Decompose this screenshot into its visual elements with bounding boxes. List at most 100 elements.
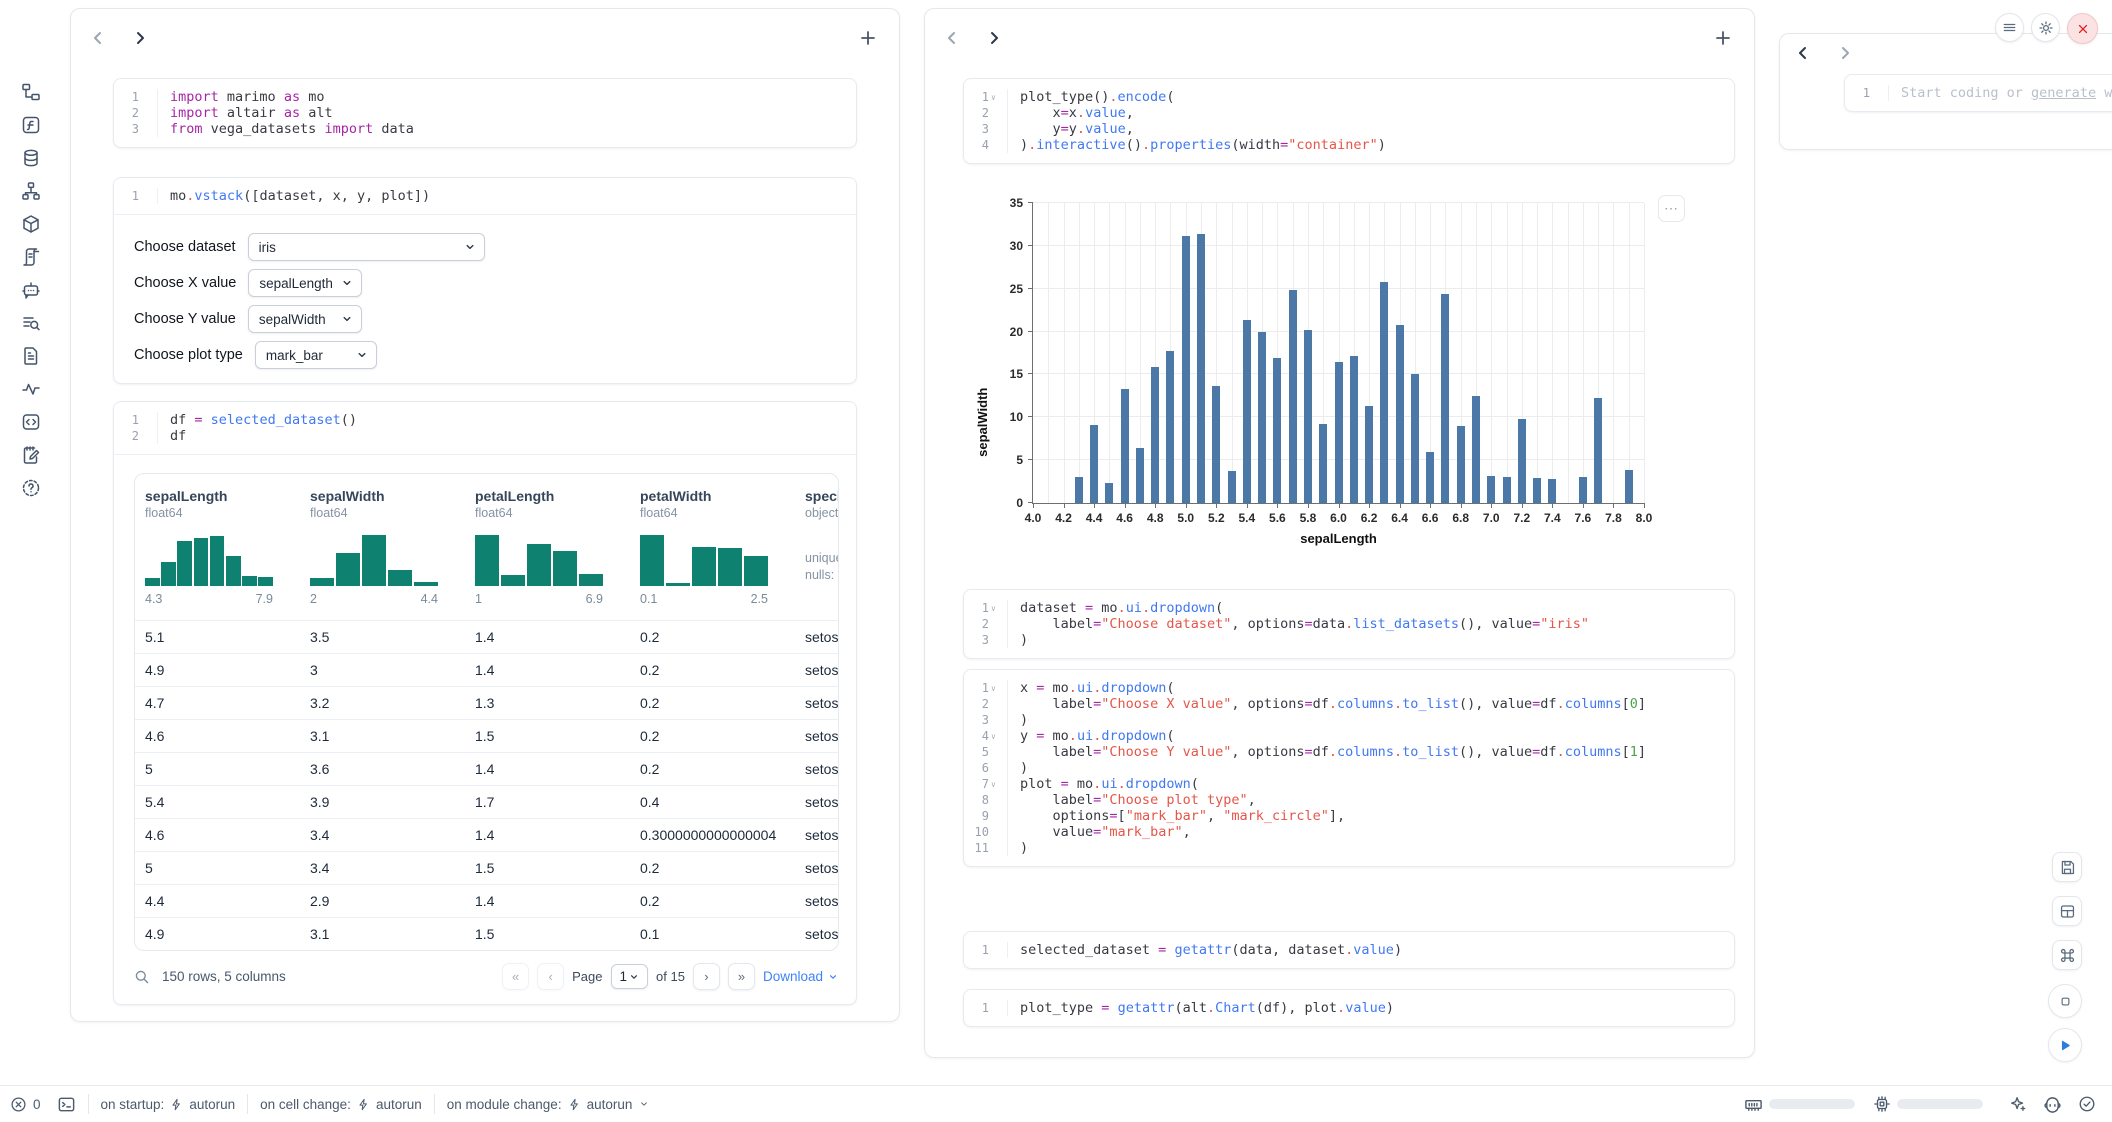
code-editor[interactable]: 1Start coding or generate with AI [1845,75,2112,111]
shutdown-button[interactable] [2067,13,2098,44]
code-line[interactable]: 3) [964,632,1734,648]
settings-button[interactable] [2031,13,2060,42]
chart-bar[interactable] [1625,470,1633,503]
search-icon[interactable] [134,969,150,985]
dataset-select[interactable]: iris [248,233,485,261]
chart-bar[interactable] [1503,477,1511,503]
sidebar-item-dependencies[interactable] [18,181,44,201]
stop-button[interactable] [2048,984,2082,1018]
code-line[interactable]: 2import altair as alt [114,105,856,121]
column-prev-button[interactable] [89,29,107,47]
chart-bar[interactable] [1335,362,1343,503]
x-value-select[interactable]: sepalLength [248,269,362,297]
code-editor[interactable]: 1df = selected_dataset()2df [114,402,856,454]
code-line[interactable]: 1∨dataset = mo.ui.dropdown( [964,600,1734,616]
code-line[interactable]: 2 x=x.value, [964,105,1734,121]
chart-bar[interactable] [1121,389,1129,503]
table-column-header[interactable]: petalLengthfloat6416.9 [465,474,630,620]
last-page-button[interactable]: » [728,963,755,990]
sidebar-item-logs[interactable] [18,313,44,333]
first-page-button[interactable]: « [502,963,529,990]
code-line[interactable]: 1Start coding or generate with AI [1845,85,2112,101]
column-next-button[interactable] [1836,44,1854,62]
code-line[interactable]: 11) [964,840,1734,856]
on-cell-change-setting[interactable]: on cell change: autorun [260,1097,422,1112]
code-line[interactable]: 4).interactive().properties(width="conta… [964,137,1734,153]
table-column-header[interactable]: speciesobjectunique:nulls: [795,474,839,620]
chart-bar[interactable] [1182,236,1190,503]
chart-bar[interactable] [1518,419,1526,503]
sidebar-item-notebook[interactable] [18,445,44,465]
table-column-header[interactable]: petalWidthfloat640.12.5 [630,474,795,620]
code-editor[interactable]: 1selected_dataset = getattr(data, datase… [964,932,1734,968]
on-startup-setting[interactable]: on startup: autorun [101,1097,236,1112]
code-line[interactable]: 1∨x = mo.ui.dropdown( [964,680,1734,696]
code-line[interactable]: 1import marimo as mo [114,89,856,105]
code-line[interactable]: 1mo.vstack([dataset, x, y, plot]) [114,188,856,204]
chart-bar[interactable] [1396,325,1404,503]
code-editor[interactable]: 1∨plot_type().encode(2 x=x.value,3 y=y.v… [964,79,1734,163]
table-column-header[interactable]: sepalWidthfloat6424.4 [300,474,465,620]
keyboard-shortcuts-button[interactable] [2052,940,2082,970]
code-line[interactable]: 1selected_dataset = getattr(data, datase… [964,942,1734,958]
sidebar-item-functions[interactable] [18,115,44,135]
chart-bar[interactable] [1228,471,1236,503]
code-line[interactable]: 1plot_type = getattr(alt.Chart(df), plot… [964,1000,1734,1016]
column-next-button[interactable] [131,29,149,47]
add-cell-button[interactable] [859,29,877,47]
chart-bar[interactable] [1319,424,1327,503]
next-page-button[interactable]: › [693,963,720,990]
chart-bar[interactable] [1075,477,1083,503]
code-editor[interactable]: 1import marimo as mo2import altair as al… [114,79,856,147]
code-line[interactable]: 2 label="Choose dataset", options=data.l… [964,616,1734,632]
code-line[interactable]: 7∨plot = mo.ui.dropdown( [964,776,1734,792]
code-line[interactable]: 6) [964,760,1734,776]
code-editor[interactable]: 1plot_type = getattr(alt.Chart(df), plot… [964,990,1734,1026]
chart-bar[interactable] [1273,358,1281,503]
column-prev-button[interactable] [1794,44,1812,62]
sidebar-item-scratchpad[interactable] [18,247,44,267]
code-line[interactable]: 5 label="Choose Y value", options=df.col… [964,744,1734,760]
code-line[interactable]: 10 value="mark_bar", [964,824,1734,840]
chart-bar[interactable] [1426,452,1434,503]
column-next-button[interactable] [985,29,1003,47]
table-column-header[interactable]: sepalLengthfloat644.37.9 [135,474,300,620]
column-prev-button[interactable] [943,29,961,47]
code-line[interactable]: 2 label="Choose X value", options=df.col… [964,696,1734,712]
chart-bar[interactable] [1487,476,1495,503]
notebook-menu-button[interactable] [1995,13,2024,42]
chart-bar[interactable] [1212,386,1220,503]
chart-bar[interactable] [1380,282,1388,503]
chart-bar[interactable] [1243,320,1251,503]
chart-bar[interactable] [1411,374,1419,503]
chart-bar[interactable] [1533,478,1541,503]
chart-bar[interactable] [1090,425,1098,503]
sidebar-item-snippets[interactable] [18,412,44,432]
page-select[interactable]: 1 [611,964,649,989]
add-cell-button[interactable] [1714,29,1732,47]
plot-type-select[interactable]: mark_bar [255,341,377,369]
chart-bar[interactable] [1350,356,1358,503]
code-line[interactable]: 1df = selected_dataset() [114,412,856,428]
chart-bar[interactable] [1166,351,1174,503]
code-line[interactable]: 3 y=y.value, [964,121,1734,137]
chart-bar[interactable] [1197,234,1205,503]
code-line[interactable]: 3) [964,712,1734,728]
prev-page-button[interactable]: ‹ [537,963,564,990]
code-editor[interactable]: 1∨x = mo.ui.dropdown(2 label="Choose X v… [964,670,1734,866]
chart-bar[interactable] [1365,406,1373,503]
sidebar-item-help[interactable] [18,478,44,498]
sidebar-item-tracing[interactable] [18,379,44,399]
sidebar-item-file-tree[interactable] [18,82,44,102]
chart-bar[interactable] [1457,426,1465,503]
terminal-button[interactable] [57,1095,76,1114]
chart-bar[interactable] [1304,330,1312,503]
code-line[interactable]: 3from vega_datasets import data [114,121,856,137]
errors-indicator[interactable]: 0 [10,1096,41,1113]
code-line[interactable]: 1∨plot_type().encode( [964,89,1734,105]
download-button[interactable]: Download [763,969,839,984]
save-button[interactable] [2052,852,2082,882]
copilot-button[interactable] [2043,1095,2062,1114]
code-line[interactable]: 2df [114,428,856,444]
ai-assist-button[interactable] [2009,1095,2027,1113]
